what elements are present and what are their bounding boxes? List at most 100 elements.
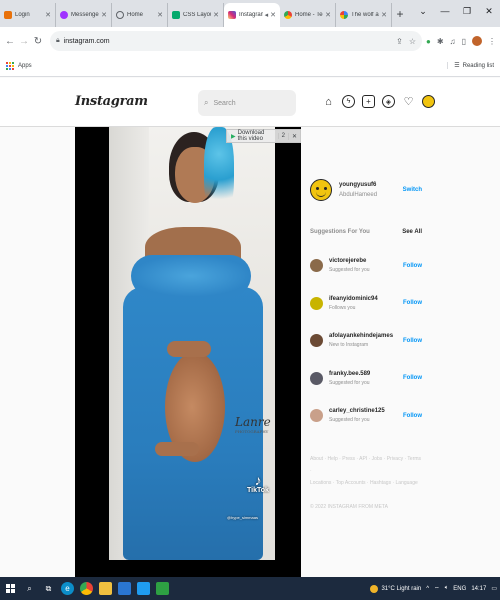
search-icon: ⌕ bbox=[204, 98, 209, 107]
suggestion-avatar[interactable] bbox=[310, 334, 323, 348]
current-user-avatar[interactable] bbox=[310, 179, 332, 201]
back-arrow-icon[interactable]: ← bbox=[4, 36, 16, 47]
store-icon[interactable] bbox=[118, 582, 131, 595]
profile-avatar-icon[interactable] bbox=[422, 95, 435, 108]
app-icon[interactable] bbox=[156, 582, 169, 595]
messenger-icon[interactable]: ϟ bbox=[342, 95, 355, 108]
w3schools-favicon-icon bbox=[172, 11, 180, 19]
forward-arrow-icon[interactable]: → bbox=[18, 36, 30, 47]
suggestion-username[interactable]: carley_christine125 bbox=[329, 408, 403, 414]
new-post-icon[interactable]: + bbox=[362, 95, 375, 108]
instagram-logo[interactable]: Instagram bbox=[75, 94, 148, 109]
feed-video[interactable]: Lanre PHOTOGRAPHY ♪ TikTok @hype_simmaas… bbox=[75, 127, 301, 577]
tab-wolf[interactable]: The wolf and the ✕ bbox=[336, 3, 392, 27]
task-view-icon[interactable]: ⧉ bbox=[42, 582, 55, 595]
search-icon[interactable]: ⌕ bbox=[23, 582, 36, 595]
follow-button[interactable]: Follow bbox=[403, 338, 422, 344]
download-video-bar: ▶ Download this video 2 ✕ bbox=[226, 129, 301, 143]
download-video-button[interactable]: ▶ Download this video bbox=[227, 130, 278, 142]
tab-login[interactable]: Login ✕ bbox=[0, 3, 56, 27]
file-explorer-icon[interactable] bbox=[99, 582, 112, 595]
follow-button[interactable]: Follow bbox=[403, 375, 422, 381]
weather-widget[interactable]: 31°C Light rain bbox=[370, 584, 421, 593]
share-icon[interactable]: ⇪ bbox=[396, 37, 403, 46]
maximize-icon[interactable]: ❐ bbox=[456, 0, 478, 22]
tab-home[interactable]: Home ✕ bbox=[112, 3, 168, 27]
lock-icon[interactable]: 🔒︎ bbox=[56, 37, 60, 45]
sidebar-icon[interactable]: ▯ bbox=[462, 37, 466, 46]
notifications-icon[interactable]: ▭ bbox=[491, 585, 497, 592]
follow-button[interactable]: Follow bbox=[403, 413, 422, 419]
reading-list-button[interactable]: ☰ Reading list bbox=[447, 62, 494, 69]
network-icon[interactable]: ⌔ bbox=[434, 585, 440, 593]
tab-techeno[interactable]: Home - Techeno ✕ bbox=[280, 3, 336, 27]
window-controls: ⌄ — ❐ ✕ bbox=[412, 0, 500, 22]
tray-chevron-icon[interactable]: ^ bbox=[426, 586, 429, 592]
new-tab-button[interactable]: + bbox=[392, 3, 408, 27]
clock[interactable]: 14:17 bbox=[471, 586, 486, 592]
suggestion-username[interactable]: afolayankehindejames bbox=[329, 333, 403, 339]
home-icon[interactable]: ⌂ bbox=[322, 95, 335, 108]
tab-close-icon[interactable]: ✕ bbox=[270, 11, 276, 19]
tab-close-icon[interactable]: ✕ bbox=[213, 11, 219, 19]
apps-grid-icon bbox=[6, 61, 14, 70]
extension-icon[interactable]: ● bbox=[426, 37, 431, 46]
suggestion-avatar[interactable] bbox=[310, 296, 323, 310]
tab-instagram[interactable]: Instagram ◂ ✕ bbox=[224, 3, 280, 27]
instagram-favicon-icon bbox=[228, 11, 236, 19]
follow-button[interactable]: Follow bbox=[403, 263, 422, 269]
volume-icon[interactable]: 🔈︎ bbox=[445, 585, 449, 592]
tab-css-layout[interactable]: CSS Layout - The ✕ bbox=[168, 3, 224, 27]
suggestion-avatar[interactable] bbox=[310, 371, 323, 385]
tab-close-icon[interactable]: ✕ bbox=[101, 11, 107, 19]
search-input[interactable]: ⌕ Search bbox=[198, 90, 296, 116]
media-control-icon[interactable]: ♫ bbox=[450, 37, 456, 46]
explore-compass-icon[interactable]: ◈ bbox=[382, 95, 395, 108]
tab-label: Home bbox=[127, 12, 144, 18]
current-username[interactable]: youngyusuf6 bbox=[339, 182, 403, 188]
minimize-icon[interactable]: — bbox=[434, 0, 456, 22]
suggestion-avatar[interactable] bbox=[310, 409, 323, 423]
suggestion-avatar[interactable] bbox=[310, 259, 323, 273]
instagram-header: Instagram ⌕ Search ⌂ ϟ + ◈ ♡ bbox=[0, 78, 500, 127]
puzzle-extensions-icon[interactable]: ✱ bbox=[437, 37, 444, 46]
photographer-signature: Lanre PHOTOGRAPHY bbox=[235, 415, 271, 434]
tab-close-icon[interactable]: ✕ bbox=[157, 11, 163, 19]
close-icon[interactable]: ✕ bbox=[287, 132, 300, 140]
edge-icon[interactable]: e bbox=[61, 582, 74, 595]
reading-list-icon: ☰ bbox=[454, 63, 460, 69]
tiktok-watermark: ♪ TikTok bbox=[247, 473, 269, 494]
reload-icon[interactable]: ↻ bbox=[32, 36, 44, 47]
switch-account-link[interactable]: Switch bbox=[403, 187, 422, 193]
tab-messenger[interactable]: Messenger ✕ bbox=[56, 3, 112, 27]
suggestion-subtitle: Suggested for you bbox=[329, 267, 370, 274]
video-frame: Lanre PHOTOGRAPHY ♪ TikTok @hype_simmaas bbox=[109, 127, 275, 560]
menu-kebab-icon[interactable]: ⋮ bbox=[488, 37, 496, 46]
apps-bookmark[interactable]: Apps bbox=[18, 63, 32, 69]
footer-links[interactable]: About · Help · Press · API · Jobs · Priv… bbox=[310, 453, 422, 477]
close-window-icon[interactable]: ✕ bbox=[478, 0, 500, 22]
suggestion-subtitle: New to Instagram bbox=[329, 342, 369, 349]
language-indicator[interactable]: ENG bbox=[453, 586, 466, 592]
tab-close-icon[interactable]: ✕ bbox=[45, 11, 51, 19]
bookmark-star-icon[interactable]: ☆ bbox=[409, 37, 416, 46]
suggestion-username[interactable]: ifeanyidominic94 bbox=[329, 296, 403, 302]
chrome-favicon-icon bbox=[284, 11, 292, 19]
suggestion-username[interactable]: franky.bee.589 bbox=[329, 371, 403, 377]
suggestion-item: carley_christine125 Suggested for you Fo… bbox=[310, 397, 422, 435]
audio-icon[interactable]: ◂ bbox=[265, 11, 269, 19]
footer-links[interactable]: Locations · Top Accounts · Hashtags · La… bbox=[310, 477, 422, 489]
windows-start-icon[interactable] bbox=[6, 584, 15, 593]
chrome-icon[interactable] bbox=[80, 582, 93, 595]
profile-avatar[interactable] bbox=[472, 36, 482, 46]
see-all-link[interactable]: See All bbox=[402, 229, 422, 235]
vscode-icon[interactable] bbox=[137, 582, 150, 595]
follow-button[interactable]: Follow bbox=[403, 300, 422, 306]
url-field[interactable]: 🔒︎ instagram.com ⇪ ☆ bbox=[50, 31, 423, 51]
tab-search-icon[interactable]: ⌄ bbox=[412, 0, 434, 22]
activity-heart-icon[interactable]: ♡ bbox=[402, 95, 415, 108]
suggestion-item: victorejerebe Suggested for you Follow bbox=[310, 247, 422, 285]
suggestion-username[interactable]: victorejerebe bbox=[329, 258, 403, 264]
tab-close-icon[interactable]: ✕ bbox=[381, 11, 387, 19]
tab-close-icon[interactable]: ✕ bbox=[325, 11, 331, 19]
